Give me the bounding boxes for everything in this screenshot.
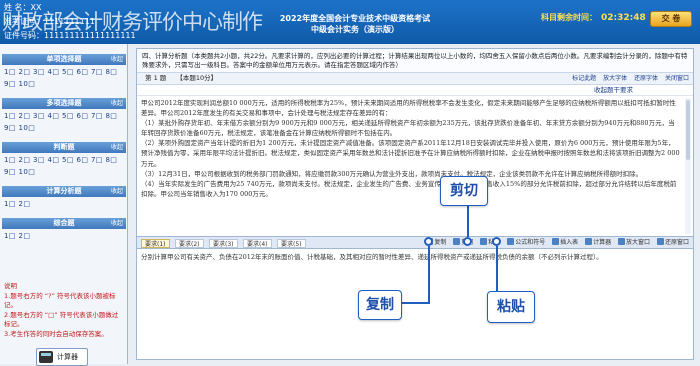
tab-requirement-1[interactable]: 要求(1) [141, 239, 170, 248]
question-numbers[interactable]: 9□ 10□ [4, 168, 35, 176]
answer-tools: 复制 剪切 粘贴 公式和符号 插入表 计算器 放大窗口 还原窗口 [421, 238, 689, 248]
calculator-icon [585, 238, 593, 245]
calculator-button[interactable]: 计算器 [36, 348, 88, 366]
collapse-bar: 收起题干要求 [137, 85, 693, 96]
answer-requirement: 分别计算甲公司有关资产、负债在2012年末的账面价值、计税基础，及其相对应的暂时… [141, 253, 603, 261]
section-single-choice[interactable]: 单项选择题 收起 [2, 54, 126, 65]
remaining-time: 科目剩余时间： 02:32:48 [541, 12, 646, 23]
enlarge-icon [618, 238, 626, 245]
restore-window-button[interactable]: 还原窗口 [656, 238, 689, 246]
question-numbers[interactable]: 1□ 2□ 3□ 4□ 5□ 6□ 7□ 8□ [4, 112, 117, 120]
cut-pointer-line [467, 204, 469, 237]
cut-icon [453, 238, 461, 245]
question-numbers[interactable]: 1□ 2□ 3□ 4□ 5□ 6□ 7□ 8□ [4, 156, 117, 164]
exam-title: 2022年度全国会计专业技术中级资格考试 中级会计实务（演示版） [270, 13, 440, 35]
copy-pointer-line [428, 246, 430, 302]
timer-value: 02:32:48 [601, 13, 646, 23]
paragraph: （3）12月31日，甲公司根据收到的税务部门罚款通知，将应缴罚款300万元确认为… [141, 169, 643, 178]
collapse-link[interactable]: 收起 [111, 186, 123, 197]
scroll-thumb[interactable] [686, 100, 690, 160]
section-true-false[interactable]: 判断题 收起 [2, 142, 126, 153]
paste-callout: 粘贴 [487, 291, 535, 323]
ticket-number: 准考证号：1111111111 [4, 17, 95, 26]
mark-question-button[interactable]: 标记此题 [572, 75, 596, 82]
paste-icon [480, 238, 488, 245]
scrollbar[interactable] [685, 98, 691, 234]
cut-callout: 剪切 [440, 176, 488, 206]
exam-title-line1: 2022年度全国会计专业技术中级资格考试 [279, 14, 431, 23]
collapse-stem-button[interactable]: 收起题干要求 [594, 85, 633, 96]
copy-marker-icon [424, 237, 433, 246]
paragraph: （2）某项外购固定资产当年计提的折旧为1 200万元，未计提固定资产减值准备。该… [141, 139, 680, 168]
copy-callout: 复制 [358, 290, 402, 320]
paragraph: （4）当年实际发生的广告费用为25 740万元，款项尚未支付。税法规定，企业发生… [141, 179, 677, 198]
exam-header: 财政部会计财务评价中心制作 姓 名：XX 准考证号：1111111111 证件号… [0, 0, 700, 44]
question-navigator: 单项选择题 收起 1□ 2□ 3□ 4□ 5□ 6□ 7□ 8□ 9□ 10□ 多… [0, 44, 128, 366]
answer-tab-bar: 要求(1) 要求(2) 要求(3) 要求(4) 要求(5) 复制 剪切 粘贴 公… [137, 236, 693, 249]
table-icon [552, 238, 560, 245]
tab-requirement-5[interactable]: 要求(5) [277, 239, 306, 248]
collapse-link[interactable]: 收起 [111, 142, 123, 153]
question-score: 【本题10分】 [176, 74, 218, 82]
restore-icon [656, 238, 664, 245]
close-window-button[interactable]: 关闭窗口 [665, 75, 689, 82]
cut-marker-icon [463, 237, 472, 246]
question-numbers[interactable]: 1□ 2□ [4, 232, 30, 240]
formula-button[interactable]: 公式和符号 [507, 238, 545, 246]
restore-font-button[interactable]: 还原字体 [634, 75, 658, 82]
paste-pointer-line [496, 246, 498, 292]
collapse-link[interactable]: 收起 [111, 54, 123, 65]
question-instructions: 四、计算分析题（本类题共2小题，共22分。凡要求计算的，应列出必要的计算过程；计… [137, 49, 693, 73]
question-number: 第 1 题 [145, 74, 167, 82]
timer-label: 科目剩余时间： [541, 13, 597, 22]
copy-pointer-line [400, 302, 430, 304]
paste-marker-icon [492, 237, 501, 246]
question-stem: 甲公司2012年度实现利润总额10 000万元，适用的所得税税率为25%，预计未… [141, 98, 681, 233]
tab-requirement-4[interactable]: 要求(4) [243, 239, 272, 248]
enlarge-window-button[interactable]: 放大窗口 [618, 238, 650, 246]
collapse-link[interactable]: 收起 [111, 218, 123, 229]
question-panel: 四、计算分析题（本类题共2小题，共22分。凡要求计算的，应列出必要的计算过程；计… [136, 48, 694, 360]
calculator-icon [39, 351, 53, 363]
paragraph: 甲公司2012年度实现利润总额10 000万元，适用的所得税税率为25%，预计未… [141, 99, 676, 118]
tab-requirement-3[interactable]: 要求(3) [209, 239, 238, 248]
enlarge-font-button[interactable]: 放大字体 [603, 75, 627, 82]
submit-button[interactable]: 交 卷 [650, 11, 692, 27]
collapse-link[interactable]: 收起 [111, 98, 123, 109]
legend: 说明 1.题号右方的 “?” 符号代表该小题被标记。 2.题号右方的 “□” 符… [4, 282, 119, 338]
section-calculation[interactable]: 计算分析题 收起 [2, 186, 126, 197]
question-numbers[interactable]: 1□ 2□ [4, 200, 30, 208]
question-numbers[interactable]: 1□ 2□ 3□ 4□ 5□ 6□ 7□ 8□ [4, 68, 117, 76]
id-number: 证件号码：111111111111111111 [4, 31, 136, 40]
paragraph: （1）某批外购存货年初、年末借方余额分别为9 900万元和9 000万元，相关递… [141, 119, 675, 138]
question-toolbar: 第 1 题 【本题10分】 标记此题 放大字体 还原字体 关闭窗口 [137, 73, 693, 85]
question-numbers[interactable]: 9□ 10□ [4, 80, 35, 88]
tab-requirement-2[interactable]: 要求(2) [175, 239, 204, 248]
formula-icon [507, 238, 515, 245]
section-comprehensive[interactable]: 综合题 收起 [2, 218, 126, 229]
insert-table-button[interactable]: 插入表 [552, 238, 578, 246]
candidate-name: 姓 名：XX [4, 3, 42, 12]
section-multiple-choice[interactable]: 多项选择题 收起 [2, 98, 126, 109]
exam-title-line2: 中级会计实务（演示版） [311, 25, 399, 34]
question-numbers[interactable]: 9□ 10□ [4, 124, 35, 132]
calculator-tool-button[interactable]: 计算器 [585, 238, 611, 246]
